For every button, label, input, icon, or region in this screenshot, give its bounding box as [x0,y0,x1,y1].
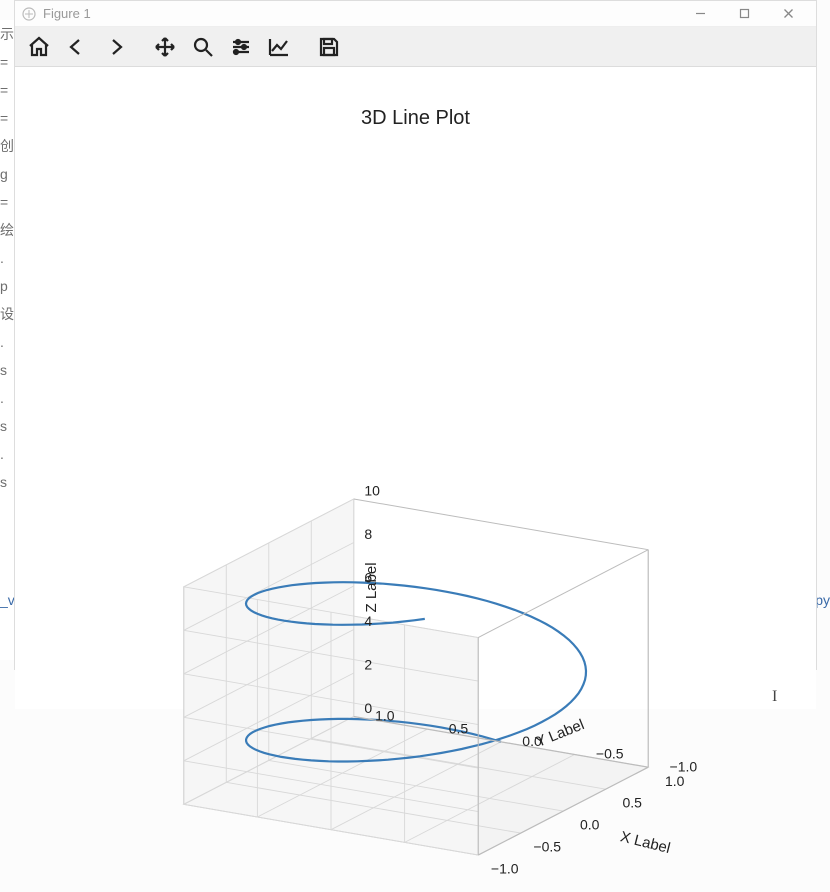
svg-text:8: 8 [364,526,372,542]
edit-axis-button[interactable] [261,31,297,63]
svg-text:2: 2 [364,657,372,673]
plot-canvas[interactable]: 3D Line Plot −1.0−0.50.00.51.0−1.0−0.50.… [15,107,816,709]
configure-subplots-button[interactable] [223,31,259,63]
svg-text:10: 10 [364,483,380,499]
svg-text:−1.0: −1.0 [490,861,518,877]
svg-text:−0.5: −0.5 [595,746,623,762]
window-title: Figure 1 [43,6,91,21]
close-button[interactable] [766,2,810,26]
svg-text:1.0: 1.0 [375,708,395,724]
code-fragment-right: py [815,592,830,608]
app-icon [21,6,37,22]
zoom-button[interactable] [185,31,221,63]
forward-button[interactable] [97,31,133,63]
save-button[interactable] [311,31,347,63]
minimize-button[interactable] [678,2,722,26]
mpl-toolbar [15,27,816,67]
maximize-button[interactable] [722,2,766,26]
svg-text:0.5: 0.5 [622,795,642,811]
home-button[interactable] [21,31,57,63]
svg-text:−1.0: −1.0 [669,758,697,774]
svg-text:0.0: 0.0 [579,817,599,833]
svg-text:1.0: 1.0 [664,773,684,789]
back-button[interactable] [59,31,95,63]
pan-button[interactable] [147,31,183,63]
svg-text:4: 4 [364,613,372,629]
figure-window: Figure 1 [14,0,817,670]
text-cursor-icon: I [772,688,780,704]
toolbar-separator [299,31,309,63]
svg-text:−0.5: −0.5 [533,839,561,855]
toolbar-separator [135,31,145,63]
code-fragment-left: _v [0,592,15,608]
axes-3d: −1.0−0.50.00.51.0−1.0−0.50.00.51.0024681… [116,387,716,892]
titlebar: Figure 1 [15,1,816,27]
svg-text:0.5: 0.5 [448,720,468,736]
svg-text:Z Label: Z Label [362,562,379,612]
svg-text:0: 0 [364,700,372,716]
svg-text:X Label: X Label [618,828,671,857]
chart-title: 3D Line Plot [15,107,816,130]
code-gutter-fragment: 示===创g =绘. p设. s. s. s [0,20,14,660]
